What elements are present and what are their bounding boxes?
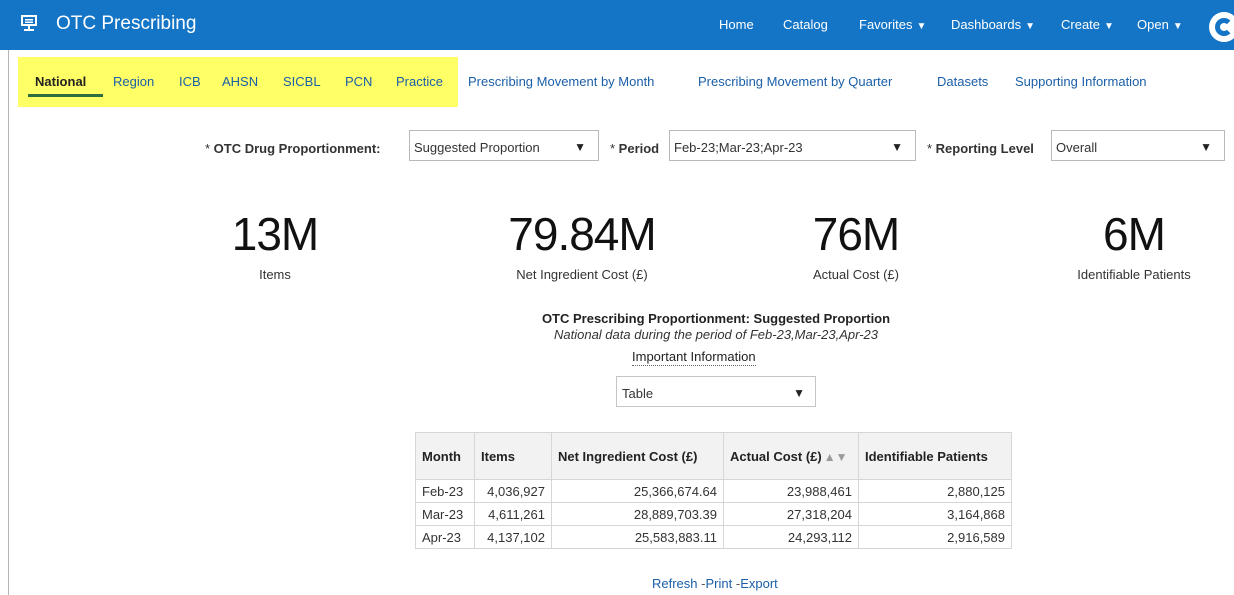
column-header-actual-cost[interactable]: Actual Cost (£) ▲▼: [723, 432, 859, 480]
table-cell: 28,889,703.39: [551, 502, 724, 526]
view-selector[interactable]: Table ▼: [616, 376, 816, 407]
refresh-link[interactable]: Refresh: [652, 576, 698, 591]
kpi-items-label: Items: [259, 267, 291, 282]
tab-ahsn[interactable]: AHSN: [222, 74, 258, 89]
print-link[interactable]: Print: [706, 576, 733, 591]
tab-region[interactable]: Region: [113, 74, 154, 89]
report-links: Refresh -Print -Export: [652, 576, 778, 591]
nav-create[interactable]: Create ▼: [1061, 17, 1114, 32]
kpi-actual-cost-value: 76M: [812, 208, 900, 260]
drug-proportionment-select[interactable]: Suggested Proportion ▼: [409, 130, 599, 161]
tab-datasets[interactable]: Datasets: [937, 74, 988, 89]
report-title: OTC Prescribing Proportionment: Suggeste…: [541, 311, 891, 326]
column-header-month[interactable]: Month: [415, 432, 475, 480]
table-cell: 4,611,261: [474, 502, 552, 526]
table-cell: 2,880,125: [858, 479, 1012, 503]
table-header-row: Month Items Net Ingredient Cost (£) Actu…: [415, 432, 1012, 480]
table-row: Feb-23 4,036,927 25,366,674.64 23,988,46…: [415, 479, 1012, 503]
table-cell: Feb-23: [415, 479, 475, 503]
sort-icon[interactable]: ▲▼: [824, 450, 848, 464]
tab-sicbl[interactable]: SICBL: [283, 74, 321, 89]
nav-open[interactable]: Open ▼: [1137, 17, 1183, 32]
table-cell: 3,164,868: [858, 502, 1012, 526]
table-cell: 23,988,461: [723, 479, 859, 503]
tab-national[interactable]: National: [35, 74, 86, 89]
left-border: [8, 50, 9, 595]
kpi-net-ingredient-cost-value: 79.84M: [508, 208, 656, 260]
chevron-down-icon: ▼: [1172, 21, 1183, 32]
table-cell: 27,318,204: [723, 502, 859, 526]
tab-practice[interactable]: Practice: [396, 74, 443, 89]
export-link[interactable]: Export: [740, 576, 778, 591]
filter-label-reporting-level: * Reporting Level: [927, 141, 1034, 156]
kpi-net-ingredient-cost-label: Net Ingredient Cost (£): [516, 267, 648, 282]
table-cell: 4,036,927: [474, 479, 552, 503]
table-cell: Mar-23: [415, 502, 475, 526]
tab-movement-quarter[interactable]: Prescribing Movement by Quarter: [698, 74, 892, 89]
top-bar: OTC Prescribing Home Catalog Favorites ▼ …: [0, 0, 1234, 50]
dropdown-arrow-icon: ▼: [1200, 140, 1212, 154]
table-cell: 25,366,674.64: [551, 479, 724, 503]
kpi-identifiable-patients-label: Identifiable Patients: [1077, 267, 1191, 282]
nav-dashboards[interactable]: Dashboards ▼: [951, 17, 1035, 32]
reporting-level-select[interactable]: Overall ▼: [1051, 130, 1225, 161]
table-cell: 25,583,883.11: [551, 525, 724, 549]
column-header-items[interactable]: Items: [474, 432, 552, 480]
table-row: Mar-23 4,611,261 28,889,703.39 27,318,20…: [415, 502, 1012, 526]
chevron-down-icon: ▼: [1025, 21, 1036, 32]
column-header-net-ingredient-cost[interactable]: Net Ingredient Cost (£): [551, 432, 724, 480]
kpi-identifiable-patients-value: 6M: [1103, 208, 1166, 260]
filter-label-drug-proportionment: * OTC Drug Proportionment:: [205, 141, 381, 156]
period-select[interactable]: Feb-23;Mar-23;Apr-23 ▼: [669, 130, 916, 161]
chevron-down-icon: ▼: [916, 21, 927, 32]
app-title[interactable]: OTC Prescribing: [56, 13, 196, 35]
user-icon[interactable]: [1209, 12, 1234, 42]
active-tab-indicator: [28, 94, 103, 97]
nav-favorites[interactable]: Favorites ▼: [859, 17, 926, 32]
filter-label-period: * Period: [610, 141, 660, 156]
kpi-items-value: 13M: [231, 208, 319, 260]
tab-pcn[interactable]: PCN: [345, 74, 372, 89]
tab-supporting-information[interactable]: Supporting Information: [1015, 74, 1147, 89]
report-subtitle: National data during the period of Feb-2…: [554, 327, 878, 342]
important-information-link[interactable]: Important Information: [632, 349, 756, 366]
table-row: Apr-23 4,137,102 25,583,883.11 24,293,11…: [415, 525, 1012, 549]
nav-home[interactable]: Home: [719, 17, 754, 32]
monitor-icon: [21, 15, 37, 31]
dropdown-arrow-icon: ▼: [574, 140, 586, 154]
dropdown-arrow-icon: ▼: [891, 140, 903, 154]
table-cell: 4,137,102: [474, 525, 552, 549]
nav-catalog[interactable]: Catalog: [783, 17, 828, 32]
table-cell: 2,916,589: [858, 525, 1012, 549]
dropdown-arrow-icon: ▼: [793, 386, 805, 400]
table-cell: Apr-23: [415, 525, 475, 549]
data-table: Month Items Net Ingredient Cost (£) Actu…: [415, 432, 1012, 549]
tab-movement-month[interactable]: Prescribing Movement by Month: [468, 74, 654, 89]
column-header-identifiable-patients[interactable]: Identifiable Patients: [858, 432, 1012, 480]
tab-icb[interactable]: ICB: [179, 74, 201, 89]
chevron-down-icon: ▼: [1104, 21, 1114, 32]
table-cell: 24,293,112: [723, 525, 859, 549]
kpi-actual-cost-label: Actual Cost (£): [813, 267, 899, 282]
